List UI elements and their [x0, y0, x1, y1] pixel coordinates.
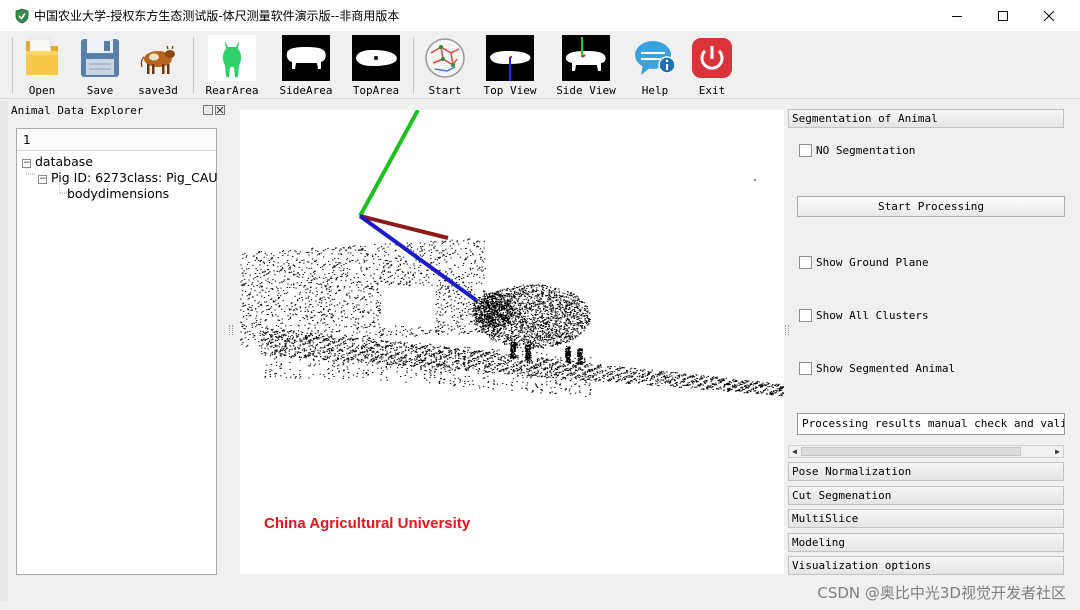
window-title: 中国农业大学-授权东方生态测试版-体尺测量软件演示版--非商用版本: [34, 9, 400, 23]
start-processing-button[interactable]: Start Processing: [797, 196, 1065, 217]
network-graph-icon: [425, 38, 465, 78]
point-cloud-viewport[interactable]: China Agricultural University: [240, 110, 784, 574]
start-button[interactable]: Start: [415, 33, 475, 97]
save3d-button[interactable]: save3d: [128, 33, 188, 97]
top-view-label: Top View: [483, 84, 537, 97]
maximize-icon: [998, 10, 1008, 21]
dock-float-button[interactable]: [203, 105, 213, 115]
collapse-database-toggle[interactable]: −: [22, 159, 31, 168]
tree-item-bodydimensions[interactable]: bodydimensions: [67, 186, 169, 201]
animal-data-explorer: Animal Data Explorer 1 − database − Pig …: [8, 101, 228, 581]
pose-normalization-header[interactable]: Pose Normalization: [788, 462, 1064, 481]
point-cloud: [240, 238, 784, 397]
side-view-label: Side View: [556, 84, 616, 97]
cow-icon: [140, 45, 175, 74]
csdn-watermark: CSDN @奥比中光3D视觉开发者社区: [817, 584, 1066, 602]
processing-panel: Segmentation of Animal NO Segmentation S…: [788, 108, 1080, 578]
tree-item-pig[interactable]: Pig ID: 6273class: Pig_CAU: [51, 170, 218, 185]
show-segmented-animal-label: Show Segmented Animal: [816, 362, 956, 375]
close-icon: [1043, 10, 1055, 21]
reararea-label: RearArea: [205, 84, 259, 97]
show-ground-plane-checkbox[interactable]: [799, 256, 812, 269]
top-view-button[interactable]: Top View: [480, 33, 540, 97]
help-chat-icon: [635, 41, 676, 75]
top-view-axes-icon: [486, 35, 534, 81]
pig-top-icon: [352, 35, 400, 81]
left-window-frame: [0, 101, 8, 601]
scroll-right-icon[interactable]: ▶: [1052, 446, 1063, 457]
side-view-axes-icon: [562, 35, 610, 81]
modeling-header[interactable]: Modeling: [788, 533, 1064, 552]
toparea-label: TopArea: [352, 84, 400, 97]
y-axis-green: [358, 110, 420, 217]
sidearea-button[interactable]: SideArea: [276, 33, 336, 97]
segmentation-of-animal-header[interactable]: Segmentation of Animal: [788, 109, 1064, 128]
app-shield-icon: [15, 8, 29, 24]
pig-rear-icon: [208, 35, 256, 81]
collapse-pig-toggle[interactable]: −: [38, 175, 47, 184]
tree-column-header[interactable]: 1: [17, 129, 216, 151]
dock-close-button[interactable]: [215, 105, 225, 115]
title-bar: 中国农业大学-授权东方生态测试版-体尺测量软件演示版--非商用版本: [0, 0, 1080, 31]
show-all-clusters-label: Show All Clusters: [816, 309, 929, 322]
close-button[interactable]: [1026, 0, 1072, 31]
scroll-left-icon[interactable]: ◀: [789, 446, 800, 457]
multislice-header[interactable]: MultiSlice: [788, 509, 1064, 528]
pig-side-icon: [282, 35, 330, 81]
processing-results-field[interactable]: Processing results manual check and vali…: [797, 413, 1065, 435]
maximize-button[interactable]: [980, 0, 1026, 31]
toparea-button[interactable]: TopArea: [346, 33, 406, 97]
scrollbar-thumb[interactable]: [801, 447, 1021, 456]
save3d-label: save3d: [138, 84, 178, 97]
university-watermark: China Agricultural University: [264, 515, 471, 532]
exit-button[interactable]: Exit: [682, 33, 742, 97]
power-icon: [692, 38, 732, 78]
horizontal-scrollbar[interactable]: ◀ ▶: [788, 445, 1064, 458]
cut-segmentation-header[interactable]: Cut Segmenation: [788, 486, 1064, 505]
minimize-button[interactable]: [934, 0, 980, 31]
show-segmented-animal-checkbox[interactable]: [799, 362, 812, 375]
reararea-button[interactable]: RearArea: [202, 33, 262, 97]
tree-item-database[interactable]: database: [35, 154, 93, 169]
sidearea-label: SideArea: [279, 84, 333, 97]
show-ground-plane-label: Show Ground Plane: [816, 256, 929, 269]
toolbar: Open Save save3d RearArea SideArea TopAr…: [0, 31, 1080, 99]
explorer-title: Animal Data Explorer: [11, 104, 144, 117]
minimize-icon: [952, 15, 962, 17]
data-tree[interactable]: 1 − database − Pig ID: 6273class: Pig_CA…: [16, 128, 218, 575]
no-segmentation-label: NO Segmentation: [816, 144, 916, 157]
folder-icon: [26, 38, 58, 75]
floppy-disk-icon: [81, 39, 119, 77]
close-icon: [216, 106, 224, 114]
side-view-button[interactable]: Side View: [556, 33, 616, 97]
no-segmentation-checkbox[interactable]: [799, 144, 812, 157]
left-splitter-handle[interactable]: [229, 325, 233, 335]
point-cloud-render: [240, 110, 784, 397]
stray-point: [754, 179, 756, 181]
visualization-options-header[interactable]: Visualization options: [788, 556, 1064, 575]
show-all-clusters-checkbox[interactable]: [799, 309, 812, 322]
exit-label: Exit: [698, 84, 726, 97]
